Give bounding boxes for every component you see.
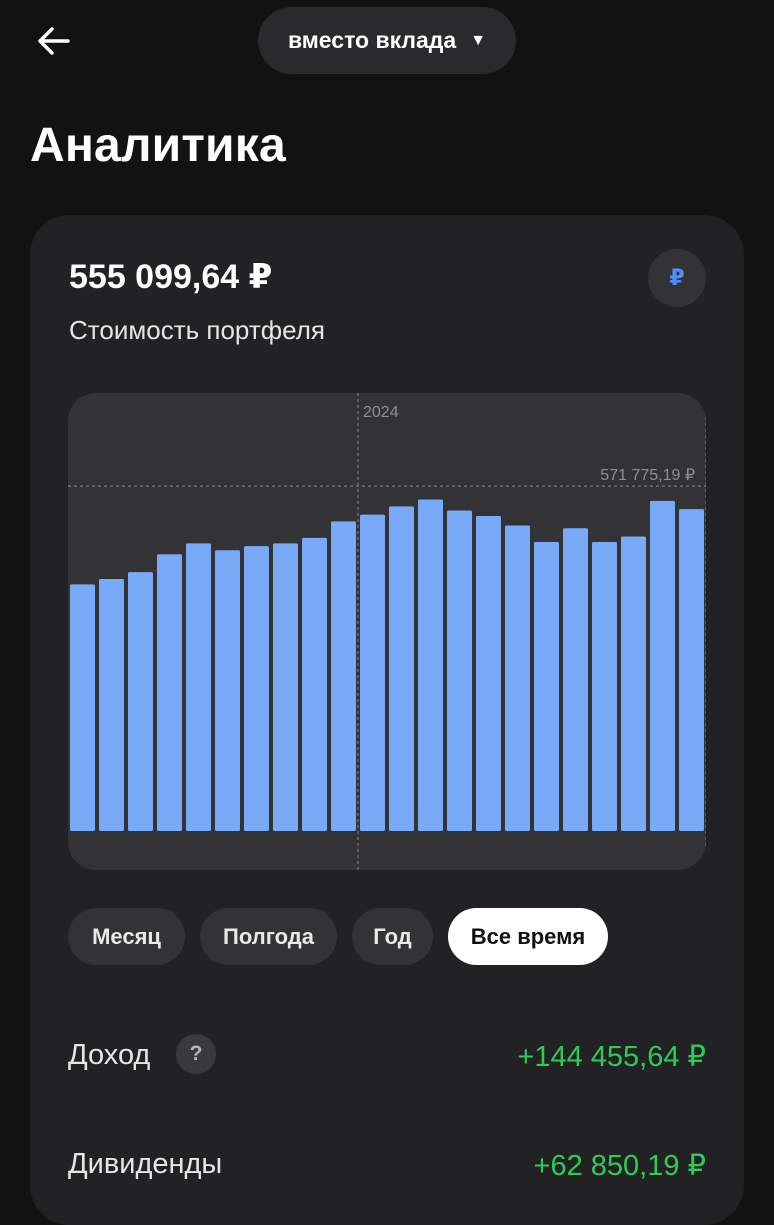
chart-bar[interactable] (389, 506, 414, 831)
chart-bar[interactable] (99, 578, 124, 831)
chart-bar[interactable] (186, 543, 211, 831)
chart-bar[interactable] (563, 528, 588, 831)
period-year-chip[interactable]: Год (352, 908, 433, 965)
top-bar: вместо вклада ▼ (0, 0, 774, 84)
dividends-label: Дивиденды (68, 1148, 223, 1180)
period-all-time-chip[interactable]: Все время (448, 908, 608, 965)
income-row: Доход ? +144 455,64 ₽ (68, 1033, 706, 1083)
chart-bar[interactable] (244, 546, 269, 831)
period-half-year-chip[interactable]: Полгода (200, 908, 337, 965)
portfolio-card: 555 099,64 ₽ ₽ Стоимость портфеля 202425… (30, 215, 744, 1225)
chart-bar[interactable] (418, 499, 443, 831)
portfolio-value: 555 099,64 ₽ (69, 258, 273, 296)
caret-down-icon: ▼ (470, 31, 487, 49)
year-label: 2024 (363, 404, 399, 421)
chart-bar[interactable] (534, 541, 559, 831)
period-month-chip[interactable]: Месяц (68, 908, 185, 965)
portfolio-label: Стоимость портфеля (69, 315, 325, 345)
period-chip-label: Год (373, 923, 412, 949)
chart-bar[interactable] (70, 584, 95, 831)
chart-bar[interactable] (505, 525, 530, 831)
currency-toggle-button[interactable]: ₽ (648, 249, 706, 307)
period-chip-label: Полгода (223, 923, 314, 949)
chart-bar[interactable] (215, 550, 240, 831)
arrow-left-icon (38, 27, 70, 55)
chart-bar[interactable] (360, 514, 385, 831)
period-chip-label: Месяц (92, 923, 161, 949)
income-label: Доход (68, 1039, 151, 1071)
account-selector[interactable]: вместо вклада ▼ (258, 7, 516, 74)
dividends-row: Дивиденды +62 850,19 ₽ (68, 1142, 706, 1192)
dividends-value: +62 850,19 ₽ (533, 1150, 706, 1182)
chart-bar[interactable] (476, 515, 501, 831)
chart-bar[interactable] (157, 554, 182, 831)
chart-bar[interactable] (302, 537, 327, 831)
chart-bar[interactable] (679, 509, 704, 831)
chart-bar[interactable] (331, 521, 356, 831)
income-value: +144 455,64 ₽ (517, 1041, 706, 1073)
chart-bar[interactable] (447, 510, 472, 831)
chart-bar[interactable] (273, 543, 298, 831)
period-chip-label: Все время (470, 923, 586, 949)
chart-svg: 20242571 775,19 ₽ (68, 393, 706, 870)
chart-bar[interactable] (128, 572, 153, 831)
back-button[interactable] (30, 20, 76, 62)
chart-bar[interactable] (621, 536, 646, 831)
help-button[interactable]: ? (176, 1034, 216, 1074)
chart-bar[interactable] (650, 500, 675, 831)
account-selector-label: вместо вклада (287, 27, 457, 53)
chart-bar[interactable] (592, 541, 617, 831)
page-title: Аналитика (30, 119, 286, 172)
max-value-label: 571 775,19 ₽ (600, 467, 695, 484)
ruble-icon: ₽ (669, 265, 685, 290)
question-icon: ? (189, 1042, 203, 1065)
portfolio-chart[interactable]: 20242571 775,19 ₽ (68, 393, 706, 870)
